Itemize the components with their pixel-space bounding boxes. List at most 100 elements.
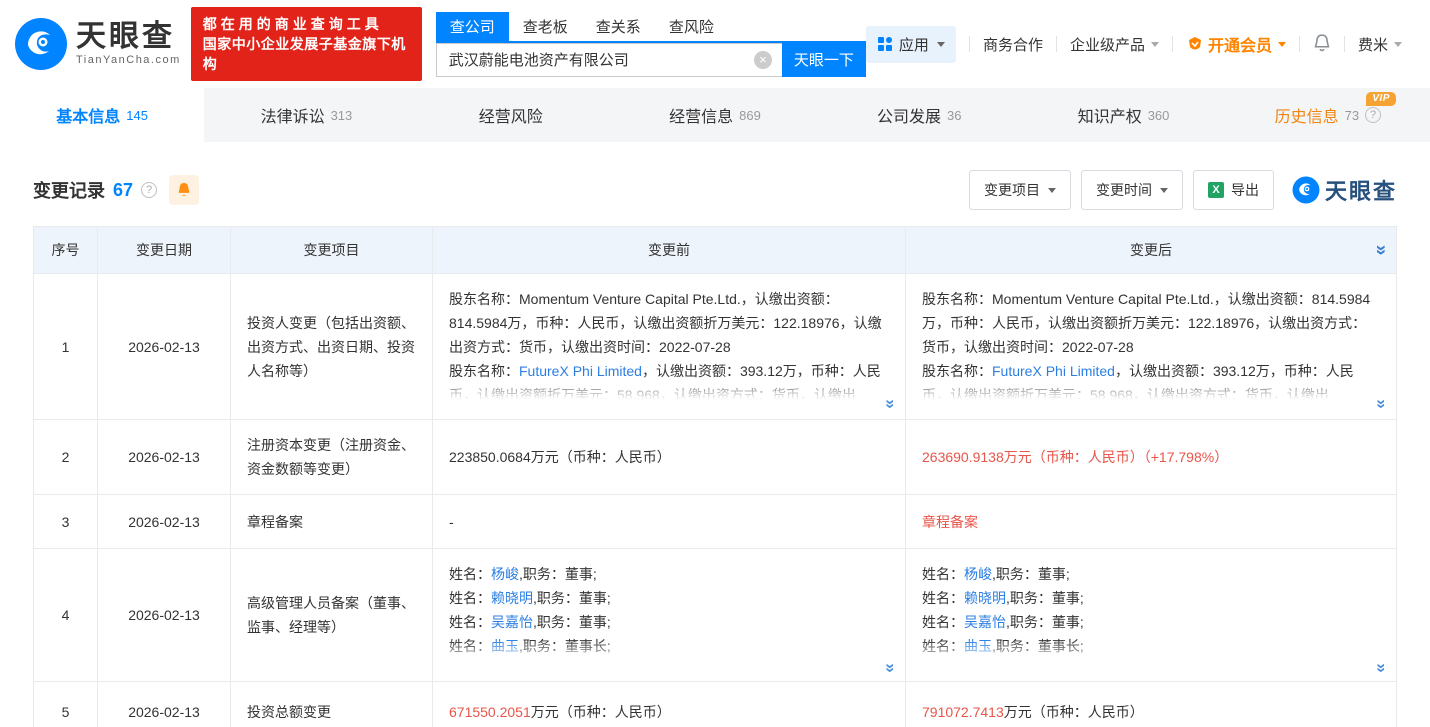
expand-all-icon[interactable]: »: [1369, 245, 1393, 256]
page-tab-label: 法律诉讼: [261, 103, 325, 127]
paragraph: 股东名称：Momentum Venture Capital Pte.Ltd.，认…: [922, 287, 1380, 359]
entity-link[interactable]: 吴嘉怡: [964, 614, 1006, 630]
column-header-5: 变更后»: [906, 227, 1396, 273]
apps-menu[interactable]: 应用: [866, 26, 956, 63]
entity-link[interactable]: 吴嘉怡: [491, 614, 533, 630]
tianyancha-logo-icon: [14, 17, 68, 71]
brand-logo[interactable]: 天眼查 TianYanCha.com: [14, 17, 181, 71]
cell-content: 股东名称：Momentum Venture Capital Pte.Ltd.，认…: [922, 287, 1380, 404]
brand-domain: TianYanCha.com: [76, 54, 181, 66]
column-header-1: 序号: [34, 227, 98, 273]
page-tab-label: 历史信息: [1275, 103, 1339, 127]
entity-link[interactable]: 杨峻: [491, 566, 519, 582]
cell-item: 章程备案: [231, 495, 433, 548]
page-tab-历史信息[interactable]: 历史信息73?VIP: [1226, 88, 1430, 142]
table-row: 42026-02-13高级管理人员备案（董事、监事、经理等）姓名：杨峻,职务：董…: [34, 549, 1396, 682]
text-segment: ,职务：董事;: [519, 566, 597, 582]
text-segment: ,职务：董事;: [1006, 614, 1084, 630]
excel-icon: X: [1208, 182, 1224, 198]
notification-bell-icon[interactable]: [1313, 34, 1331, 54]
fade-overlay: [449, 376, 889, 404]
page-tab-知识产权[interactable]: 知识产权 360: [1021, 88, 1225, 142]
cell-item: 注册资本变更（注册资金、资金数额等变更）: [231, 420, 433, 494]
help-icon[interactable]: ?: [1365, 107, 1381, 123]
text-segment: ,职务：董事;: [533, 590, 611, 606]
vip-label: 开通会员: [1208, 32, 1272, 56]
cell-after: 791072.7413万元（币种：人民币）: [906, 682, 1396, 727]
search-tab-查老板[interactable]: 查老板: [509, 12, 582, 41]
text-segment: 万元（币种：人民币）: [531, 704, 671, 720]
vip-upgrade-link[interactable]: 开通会员: [1186, 32, 1286, 56]
table-row: 22026-02-13注册资本变更（注册资金、资金数额等变更）223850.06…: [34, 420, 1396, 495]
cell-no: 3: [34, 495, 98, 548]
search-input[interactable]: [436, 43, 782, 77]
page-tab-公司发展[interactable]: 公司发展36: [817, 88, 1021, 142]
page-tab-经营信息[interactable]: 经营信息869: [613, 88, 817, 142]
export-button[interactable]: X 导出: [1193, 170, 1274, 210]
section-actions: 变更项目 变更时间 X 导出 天眼查: [969, 170, 1397, 210]
entity-link[interactable]: 赖晓明: [491, 590, 533, 606]
search-button[interactable]: 天眼一下: [782, 43, 866, 77]
text-segment: 671550.2051: [449, 704, 531, 720]
divider: [969, 36, 970, 52]
page-tab-法律诉讼[interactable]: 法律诉讼313: [204, 88, 408, 142]
section-header: 变更记录 67 ? 变更项目 变更时间 X 导出: [33, 170, 1397, 210]
paragraph: 姓名：吴嘉怡,职务：董事;: [922, 610, 1380, 634]
cell-item: 高级管理人员备案（董事、监事、经理等）: [231, 549, 433, 681]
text-segment: 股东名称：Momentum Venture Capital Pte.Ltd.，认…: [922, 291, 1370, 355]
enterprise-products-link[interactable]: 企业级产品: [1070, 34, 1159, 55]
expand-more-icon[interactable]: »: [1373, 399, 1389, 408]
filter-change-time-label: 变更时间: [1096, 180, 1152, 200]
fade-overlay: [922, 640, 1380, 668]
brand-name: 天眼查: [76, 22, 181, 52]
cell-no: 2: [34, 420, 98, 494]
subscribe-bell-button[interactable]: [169, 175, 199, 205]
cell-text: 223850.0684万元（币种：人民币）: [449, 445, 889, 469]
filter-change-item-button[interactable]: 变更项目: [969, 170, 1071, 210]
cell-after: 姓名：杨峻 ,职务：董事; 姓名：赖晓明,职务：董事;姓名：吴嘉怡,职务：董事; 姓名…: [906, 549, 1396, 681]
apps-label: 应用: [899, 34, 929, 55]
user-menu[interactable]: 费米: [1358, 34, 1402, 55]
text-segment: 姓名：: [922, 590, 964, 606]
crown-icon: [1186, 35, 1204, 53]
help-icon[interactable]: ?: [141, 182, 157, 198]
page-tab-count: 360: [1148, 108, 1170, 123]
entity-link[interactable]: 赖晓明: [964, 590, 1006, 606]
paragraph: 章程备案: [922, 510, 1380, 534]
text-segment: 股东名称：Momentum Venture Capital Pte.Ltd.，认…: [449, 291, 882, 355]
cell-item: 投资人变更（包括出资额、出资方式、出资日期、投资人名称等）: [231, 274, 433, 419]
main-content: 变更记录 67 ? 变更项目 变更时间 X 导出: [0, 170, 1430, 727]
filter-change-time-button[interactable]: 变更时间: [1081, 170, 1183, 210]
cell-text: 章程备案: [922, 510, 1380, 534]
table-header-row: 序号变更日期变更项目变更前变更后»: [34, 227, 1396, 274]
search-tab-查关系[interactable]: 查关系: [582, 12, 655, 41]
promo-line2: 国家中小企业发展子基金旗下机构: [203, 34, 410, 74]
text-segment: 万元（币种：人民币）: [1004, 704, 1144, 720]
search-tab-查公司[interactable]: 查公司: [436, 12, 509, 41]
clear-icon[interactable]: ×: [754, 51, 772, 69]
table-row: 12026-02-13投资人变更（包括出资额、出资方式、出资日期、投资人名称等）…: [34, 274, 1396, 420]
cell-content: 章程备案: [922, 510, 1380, 534]
expand-more-icon[interactable]: »: [882, 663, 898, 672]
page-tab-label: 知识产权: [1078, 103, 1142, 127]
page-tab-基本信息[interactable]: 基本信息145: [0, 88, 204, 142]
paragraph: 姓名：赖晓明,职务：董事;: [922, 586, 1380, 610]
expand-more-icon[interactable]: »: [1373, 663, 1389, 672]
apps-grid-icon: [877, 36, 893, 52]
cell-before: -: [433, 495, 906, 548]
cell-content: 姓名：杨峻,职务：董事;姓名：赖晓明,职务：董事;姓名：吴嘉怡,职务：董事;姓名…: [449, 562, 889, 668]
business-cooperation-link[interactable]: 商务合作: [983, 34, 1043, 55]
cell-date: 2026-02-13: [98, 274, 231, 419]
cell-content: -: [449, 510, 889, 534]
chevron-down-icon: [1048, 188, 1056, 193]
entity-link[interactable]: 杨峻: [964, 566, 992, 582]
expand-more-icon[interactable]: »: [882, 399, 898, 408]
text-segment: 姓名：: [922, 566, 964, 582]
page-tab-经营风险[interactable]: 经营风险: [409, 88, 613, 142]
search-tab-查风险[interactable]: 查风险: [655, 12, 728, 41]
cell-after: 263690.9138万元（币种：人民币）（+17.798%）: [906, 420, 1396, 494]
paragraph: 姓名：杨峻,职务：董事;: [449, 562, 889, 586]
page-tab-label: 基本信息: [56, 103, 120, 127]
enterprise-label: 企业级产品: [1070, 34, 1145, 55]
divider: [1172, 36, 1173, 52]
